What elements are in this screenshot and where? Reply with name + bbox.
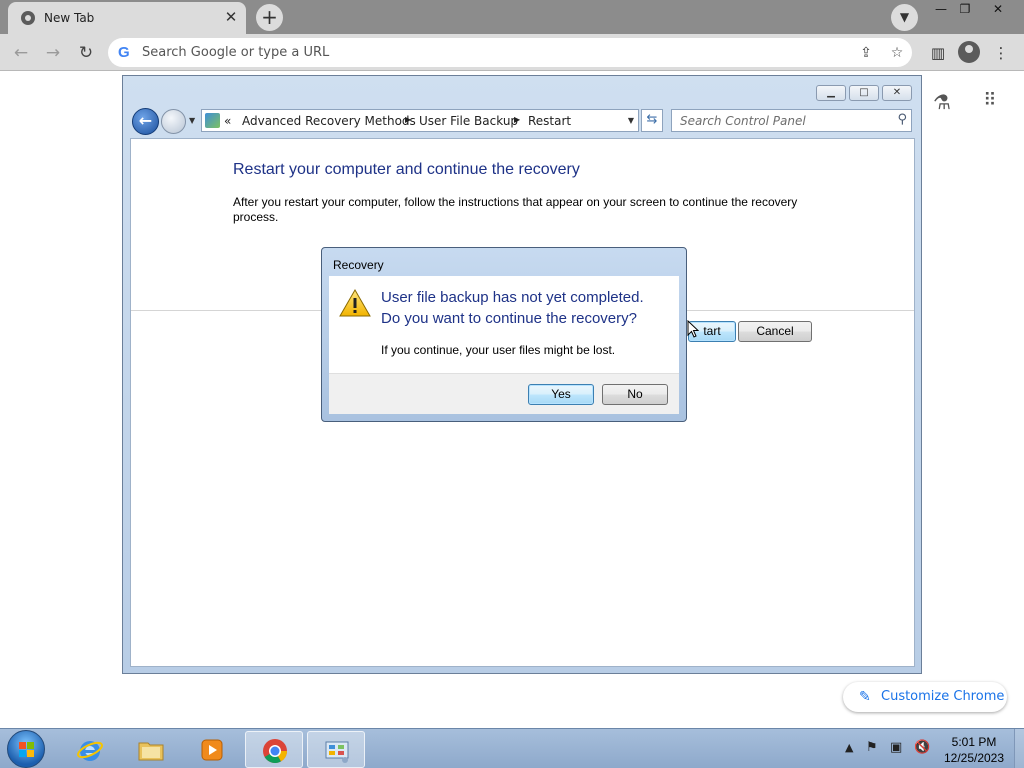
customize-chrome-label: Customize Chrome bbox=[881, 689, 1005, 704]
cp-recent-pages-icon[interactable]: ▼ bbox=[189, 116, 195, 125]
breadcrumb-chevron-icon[interactable]: ▶ bbox=[514, 115, 520, 124]
folder-icon bbox=[138, 742, 164, 761]
apps-grid-icon[interactable]: ⠿ bbox=[978, 90, 1002, 111]
internet-explorer-icon bbox=[77, 741, 103, 761]
volume-muted-icon[interactable]: 🔇 bbox=[914, 740, 930, 768]
media-player-icon bbox=[201, 739, 223, 761]
back-icon[interactable]: ← bbox=[9, 41, 33, 65]
chrome-toolbar: ← → ↻ G Search Google or type a URL ⇪ ☆ … bbox=[0, 34, 1024, 71]
search-icon[interactable]: ⚲ bbox=[897, 112, 907, 127]
page-description: After you restart your computer, follow … bbox=[233, 195, 798, 224]
breadcrumb-overflow[interactable]: « bbox=[224, 114, 231, 128]
customize-chrome-button[interactable]: ✎ Customize Chrome bbox=[843, 682, 1007, 712]
cancel-button[interactable]: Cancel bbox=[738, 321, 812, 342]
cp-search-input[interactable]: Search Control Panel ⚲ bbox=[671, 109, 912, 132]
breadcrumb-advanced-recovery[interactable]: Advanced Recovery Methods bbox=[242, 114, 416, 128]
reload-icon[interactable]: ↻ bbox=[74, 41, 98, 65]
dialog-submessage: If you continue, your user files might b… bbox=[381, 343, 616, 357]
cp-refresh-icon[interactable]: ⇆ bbox=[641, 109, 663, 132]
taskbar-clock[interactable]: 5:01 PM 12/25/2023 bbox=[938, 734, 1010, 766]
star-icon[interactable]: ☆ bbox=[887, 43, 907, 63]
show-desktop-button[interactable] bbox=[1014, 729, 1024, 768]
omnibox-placeholder: Search Google or type a URL bbox=[142, 45, 330, 60]
labs-icon[interactable]: ⚗ bbox=[930, 90, 954, 114]
dialog-title: Recovery bbox=[333, 258, 384, 272]
chrome-icon bbox=[263, 739, 287, 764]
tab-new-tab[interactable]: New Tab ✕ bbox=[8, 2, 246, 34]
action-center-icon[interactable]: ⚑ bbox=[866, 740, 878, 768]
cp-forward-icon[interactable] bbox=[161, 109, 186, 134]
omnibox[interactable]: G Search Google or type a URL ⇪ ☆ bbox=[108, 38, 912, 67]
dialog-body: User file backup has not yet completed. … bbox=[329, 276, 679, 373]
taskbar-media-player[interactable] bbox=[183, 731, 241, 768]
yes-button[interactable]: Yes bbox=[528, 384, 594, 405]
control-panel-icon bbox=[205, 113, 220, 128]
side-panel-icon[interactable]: ▥ bbox=[928, 43, 948, 63]
chrome-tab-strip: New Tab ✕ + ▼ — ❐ ✕ bbox=[0, 0, 1024, 34]
page-title: Restart your computer and continue the r… bbox=[233, 161, 580, 178]
tab-title: New Tab bbox=[44, 11, 95, 25]
cp-address-bar[interactable]: « Advanced Recovery Methods ▶ User File … bbox=[201, 109, 639, 132]
cp-maximize-icon[interactable]: □ bbox=[849, 85, 879, 101]
taskbar: ▲ ⚑ ▣ 🔇 5:01 PM 12/25/2023 bbox=[0, 728, 1024, 768]
breadcrumb-restart[interactable]: Restart bbox=[528, 114, 571, 128]
no-button[interactable]: No bbox=[602, 384, 668, 405]
menu-icon[interactable]: ⋮ bbox=[991, 43, 1011, 63]
cp-close-icon[interactable]: ✕ bbox=[882, 85, 912, 101]
restore-icon[interactable]: ❐ bbox=[950, 0, 980, 18]
close-icon[interactable]: ✕ bbox=[983, 0, 1013, 18]
recovery-dialog: Recovery User file backup has not yet co… bbox=[321, 247, 687, 422]
mouse-cursor-icon bbox=[687, 320, 699, 338]
cp-back-icon[interactable]: ← bbox=[132, 108, 159, 135]
chrome-favicon-icon bbox=[21, 11, 35, 25]
dialog-footer: Yes No bbox=[329, 373, 679, 414]
new-tab-button[interactable]: + bbox=[256, 4, 283, 31]
dialog-message-line1: User file backup has not yet completed. bbox=[381, 289, 644, 306]
pencil-icon: ✎ bbox=[859, 689, 871, 705]
dialog-message: User file backup has not yet completed. … bbox=[381, 287, 644, 329]
address-dropdown-icon[interactable]: ▼ bbox=[628, 116, 634, 125]
google-g-icon: G bbox=[118, 44, 130, 61]
taskbar-control-panel[interactable] bbox=[307, 731, 365, 768]
network-icon[interactable]: ▣ bbox=[890, 740, 902, 768]
taskbar-internet-explorer[interactable] bbox=[61, 731, 119, 768]
forward-icon[interactable]: → bbox=[41, 41, 65, 65]
control-panel-icon bbox=[325, 741, 349, 763]
breadcrumb-chevron-icon[interactable]: ▶ bbox=[405, 115, 411, 124]
tab-search-icon[interactable]: ▼ bbox=[891, 4, 918, 31]
dialog-message-line2: Do you want to continue the recovery? bbox=[381, 310, 637, 327]
cp-search-placeholder: Search Control Panel bbox=[680, 114, 806, 128]
tab-close-icon[interactable]: ✕ bbox=[222, 8, 240, 26]
taskbar-windows-explorer[interactable] bbox=[122, 731, 180, 768]
start-button[interactable] bbox=[7, 730, 45, 768]
warning-icon bbox=[339, 289, 371, 317]
breadcrumb-user-file-backup[interactable]: User File Backup bbox=[419, 114, 518, 128]
clock-time: 5:01 PM bbox=[951, 735, 997, 749]
share-icon[interactable]: ⇪ bbox=[856, 43, 876, 63]
cp-minimize-icon[interactable]: ▁ bbox=[816, 85, 846, 101]
clock-date: 12/25/2023 bbox=[943, 751, 1005, 765]
windows-logo-icon bbox=[19, 742, 34, 757]
show-hidden-icons-icon[interactable]: ▲ bbox=[845, 741, 853, 768]
taskbar-google-chrome[interactable] bbox=[245, 731, 303, 768]
profile-icon[interactable] bbox=[958, 41, 980, 63]
